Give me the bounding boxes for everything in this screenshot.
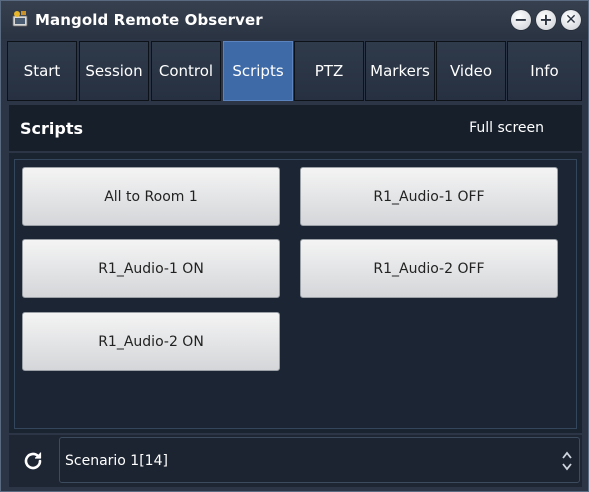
close-button[interactable]: ✕ [561,10,581,30]
tab-label: Markers [370,62,430,80]
close-icon: ✕ [565,12,577,28]
tab-info[interactable]: Info [507,41,582,101]
bottom-bar: Scenario 1[14] [9,435,582,487]
minimize-button[interactable]: − [511,10,531,30]
tab-label: Session [85,62,143,80]
script-button-label: R1_Audio-2 OFF [373,260,485,277]
tab-session[interactable]: Session [79,41,149,101]
script-button-r1-audio-2-on[interactable]: R1_Audio-2 ON [22,312,280,371]
script-button-label: R1_Audio-2 ON [98,333,204,350]
script-button-r1-audio-1-off[interactable]: R1_Audio-1 OFF [300,167,558,226]
tab-markers[interactable]: Markers [365,41,435,101]
scenario-select[interactable]: Scenario 1[14] [59,437,580,483]
tab-label: Start [23,62,61,80]
tab-video[interactable]: Video [436,41,506,101]
tab-bar: Start Session Control Scripts PTZ Marker… [7,41,584,103]
script-button-label: R1_Audio-1 ON [98,260,204,277]
content-header: Scripts Full screen [9,105,582,151]
tab-scripts[interactable]: Scripts [223,41,293,101]
tab-control[interactable]: Control [151,41,221,101]
script-button-r1-audio-2-off[interactable]: R1_Audio-2 OFF [300,239,558,298]
tab-label: Scripts [232,62,284,80]
refresh-icon [24,452,42,470]
maximize-button[interactable]: + [536,10,556,30]
scripts-grid: All to Room 1 R1_Audio-1 OFF R1_Audio-1 … [14,159,577,429]
scenario-value: Scenario 1[14] [65,453,168,469]
refresh-button[interactable] [17,445,49,477]
script-button-all-to-room-1[interactable]: All to Room 1 [22,167,280,226]
scripts-panel: All to Room 1 R1_Audio-1 OFF R1_Audio-1 … [9,153,582,433]
script-button-label: R1_Audio-1 OFF [373,188,485,205]
tab-ptz[interactable]: PTZ [294,41,364,101]
script-button-r1-audio-1-on[interactable]: R1_Audio-1 ON [22,239,280,298]
title-bar[interactable]: Mangold Remote Observer − + ✕ [1,1,588,39]
up-down-chevron-icon [562,451,572,471]
minimize-icon: − [514,10,528,29]
tab-label: Control [158,62,214,80]
tab-start[interactable]: Start [7,41,77,101]
app-logo-icon [12,11,28,27]
tab-label: PTZ [314,62,344,80]
app-window: Mangold Remote Observer − + ✕ Start Sess… [0,0,589,492]
window-title: Mangold Remote Observer [35,11,263,29]
tab-label: Info [530,62,559,80]
script-button-label: All to Room 1 [104,188,198,205]
plus-icon: + [539,10,553,29]
fullscreen-link[interactable]: Full screen [469,120,544,136]
tab-label: Video [449,62,493,80]
page-title: Scripts [20,119,84,138]
